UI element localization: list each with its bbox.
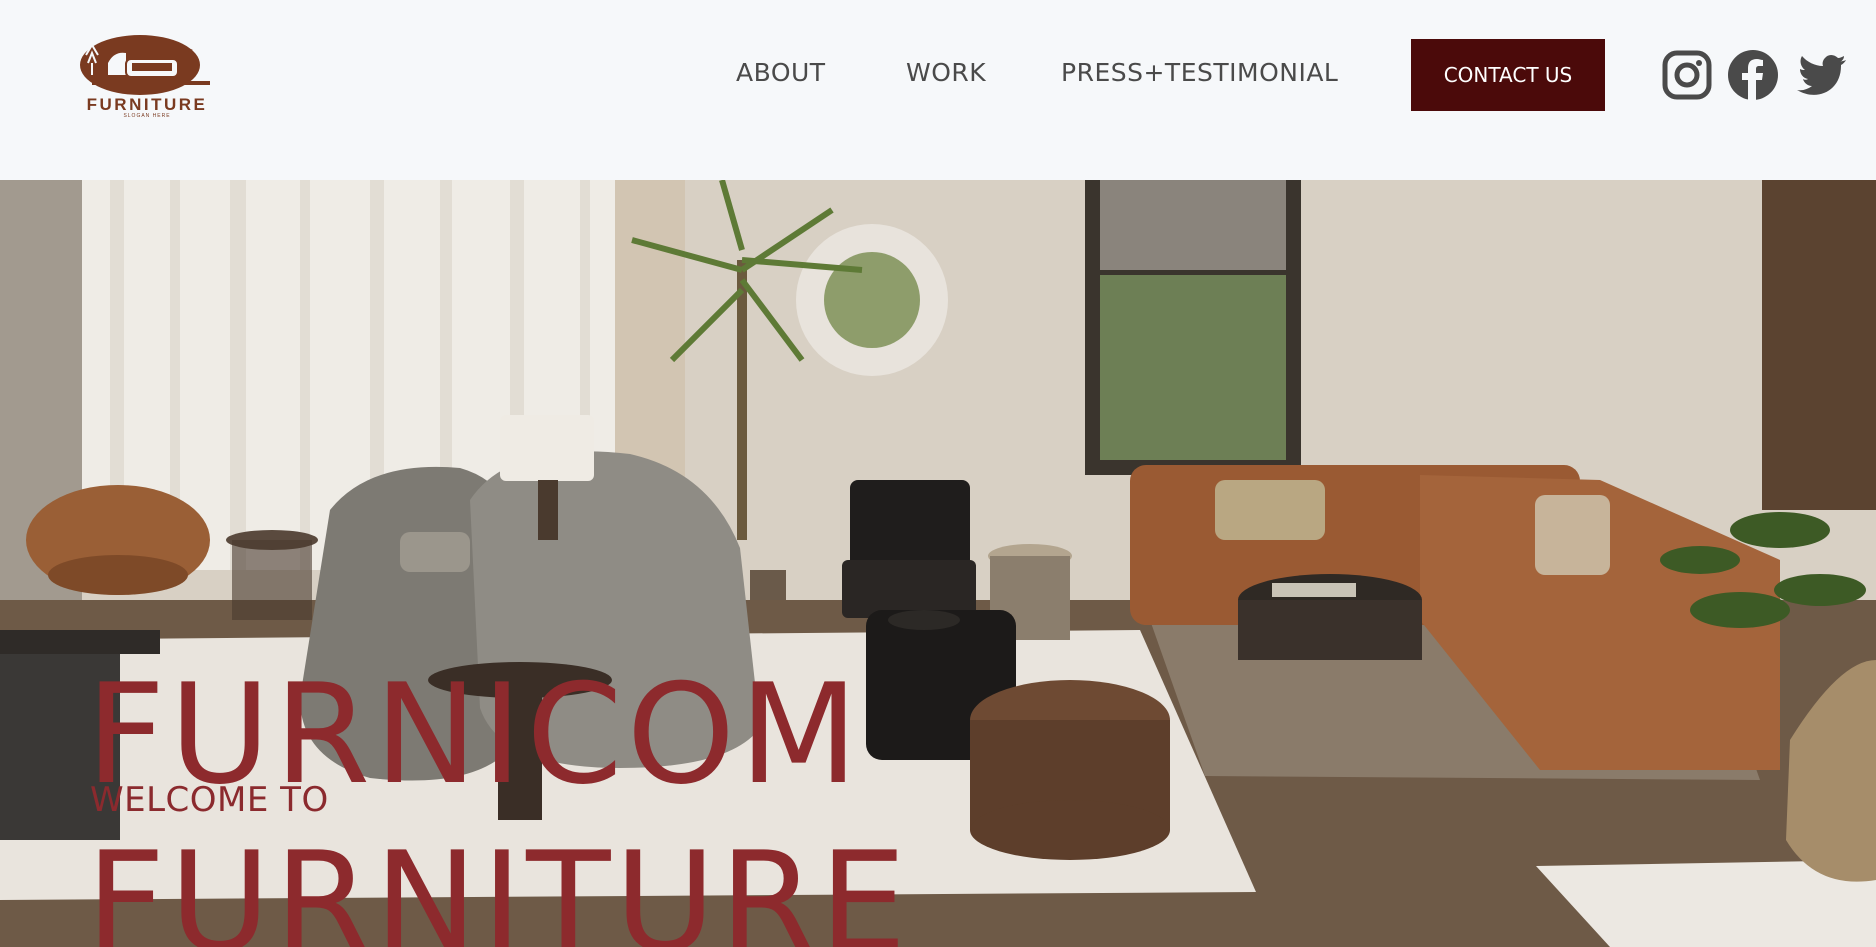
sofa-logo-icon	[80, 35, 210, 95]
nav-work[interactable]: WORK	[906, 58, 986, 87]
hero-title-line-2: FURNITURE	[86, 822, 911, 947]
logo-wordmark: FURNITURE	[86, 95, 208, 114]
brand-logo[interactable]: FURNITURE SLOGAN HERE	[64, 33, 230, 119]
logo-tagline: SLOGAN HERE	[123, 113, 171, 119]
contact-us-button[interactable]: CONTACT US	[1411, 39, 1605, 111]
instagram-icon[interactable]	[1660, 48, 1714, 102]
facebook-icon[interactable]	[1726, 48, 1780, 102]
nav-about[interactable]: ABOUT	[736, 58, 826, 87]
twitter-icon[interactable]	[1796, 48, 1850, 102]
nav-press-testimonial[interactable]: PRESS+TESTIMONIAL	[1061, 58, 1338, 87]
site-header: FURNITURE SLOGAN HERE ABOUT WORK PRESS+T…	[0, 0, 1876, 180]
hero-title-line-1: FURNICOM	[86, 654, 863, 815]
hero-section: WELCOME TO FURNICOM FURNITURE	[0, 180, 1876, 947]
